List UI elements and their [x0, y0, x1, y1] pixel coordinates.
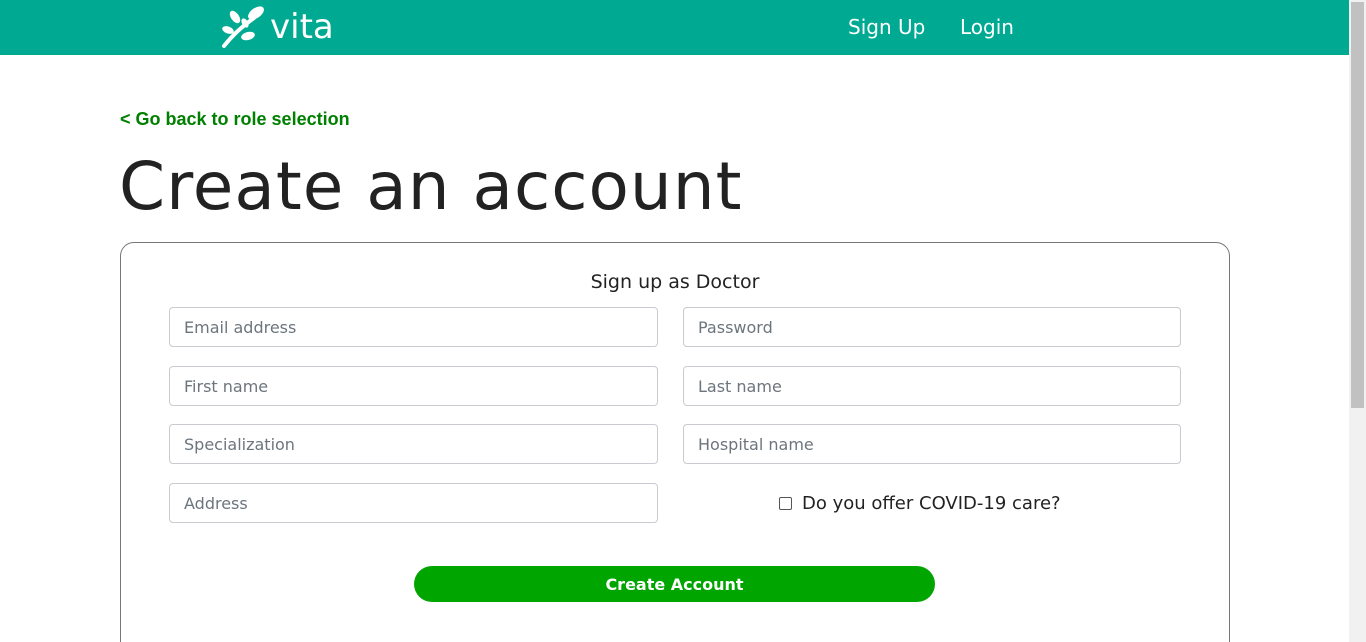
form-title: Sign up as Doctor — [590, 271, 760, 293]
last-name-field[interactable] — [683, 366, 1181, 406]
first-name-field[interactable] — [169, 366, 658, 406]
covid-care-checkbox[interactable] — [779, 497, 792, 510]
leaf-sprig-icon — [222, 6, 264, 48]
top-navbar: vita Sign Up Login — [0, 0, 1349, 55]
scrollbar-thumb[interactable] — [1351, 2, 1364, 408]
create-account-button[interactable]: Create Account — [414, 566, 935, 602]
signup-form-card: Sign up as Doctor Do you offer COVID-19 … — [120, 242, 1230, 642]
password-field[interactable] — [683, 307, 1181, 347]
nav-login-link[interactable]: Login — [960, 15, 1014, 39]
brand-name: vita — [270, 7, 334, 47]
covid-care-label[interactable]: Do you offer COVID-19 care? — [802, 493, 1061, 514]
covid-care-option: Do you offer COVID-19 care? — [779, 493, 1061, 514]
email-field[interactable] — [169, 307, 658, 347]
back-to-role-selection-link[interactable]: < Go back to role selection — [120, 109, 350, 130]
page-scrollbar[interactable] — [1349, 0, 1366, 642]
specialization-field[interactable] — [169, 424, 658, 464]
nav-signup-link[interactable]: Sign Up — [848, 15, 925, 39]
brand-logo[interactable]: vita — [218, 4, 334, 50]
address-field[interactable] — [169, 483, 658, 523]
page-title: Create an account — [119, 148, 743, 225]
hospital-name-field[interactable] — [683, 424, 1181, 464]
